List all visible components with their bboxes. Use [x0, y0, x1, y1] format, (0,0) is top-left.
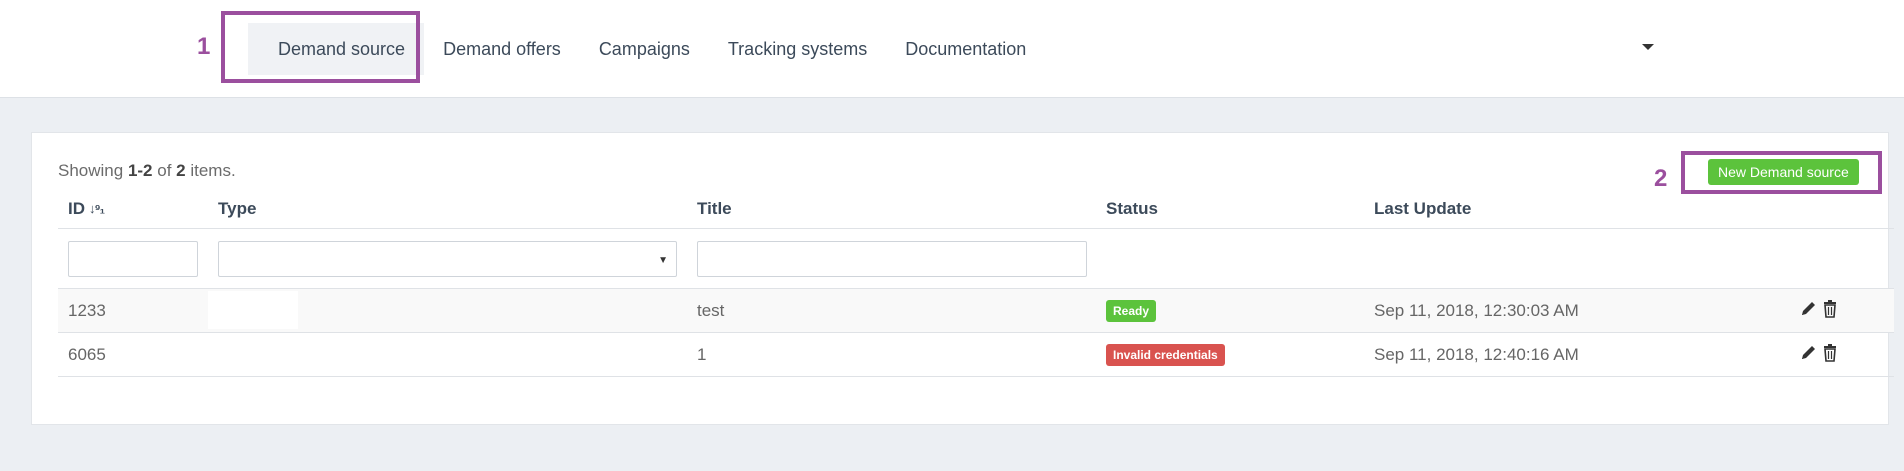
- trash-icon[interactable]: [1821, 343, 1839, 363]
- user-menu-chevron-down-icon[interactable]: [1642, 44, 1654, 50]
- table-row: 6065 1 Invalid credentials Sep 11, 2018,…: [58, 333, 1894, 377]
- annotation-number-1: 1: [197, 33, 211, 60]
- row-last-update: Sep 11, 2018, 12:40:16 AM: [1374, 345, 1579, 364]
- col-last-update-header: Last Update: [1374, 199, 1472, 218]
- nav-tracking-systems[interactable]: Tracking systems: [709, 23, 886, 75]
- col-id-header[interactable]: ID ↓⁹₁: [68, 199, 105, 219]
- row-type: [208, 291, 298, 329]
- trash-icon[interactable]: [1821, 299, 1839, 319]
- table-header: ID ↓⁹₁ Type Title Status Last Update: [58, 183, 1894, 229]
- annotation-box-1: [221, 11, 420, 83]
- row-id: 1233: [68, 301, 106, 320]
- items-summary: Showing 1-2 of 2 items.: [58, 161, 236, 180]
- table-row: 1233 test Ready Sep 11, 2018, 12:30:03 A…: [58, 289, 1894, 333]
- sort-numeric-icon: ↓⁹₁: [89, 201, 105, 216]
- status-badge: Invalid credentials: [1106, 344, 1225, 366]
- col-type-header: Type: [218, 199, 257, 218]
- row-title: test: [697, 301, 725, 320]
- row-id: 6065: [68, 345, 106, 364]
- nav-campaigns[interactable]: Campaigns: [580, 23, 709, 75]
- col-title-header: Title: [697, 199, 732, 218]
- row-title: 1: [697, 345, 707, 364]
- nav-documentation[interactable]: Documentation: [886, 23, 1045, 75]
- col-status-header: Status: [1106, 199, 1158, 218]
- nav-demand-offers[interactable]: Demand offers: [424, 23, 580, 75]
- filter-row: ▼: [58, 229, 1894, 289]
- pencil-icon[interactable]: [1799, 299, 1817, 319]
- id-filter-input[interactable]: [68, 241, 198, 277]
- row-last-update: Sep 11, 2018, 12:30:03 AM: [1374, 301, 1579, 320]
- title-filter-input[interactable]: [697, 241, 1087, 277]
- annotation-box-2: [1681, 151, 1882, 194]
- status-badge: Ready: [1106, 300, 1157, 322]
- type-filter-select[interactable]: ▼: [218, 241, 677, 277]
- annotation-number-2: 2: [1654, 165, 1668, 192]
- demand-source-panel: Showing 1-2 of 2 items. New Demand sourc…: [31, 132, 1894, 425]
- pencil-icon[interactable]: [1799, 343, 1817, 363]
- select-arrow-icon: ▼: [658, 255, 668, 266]
